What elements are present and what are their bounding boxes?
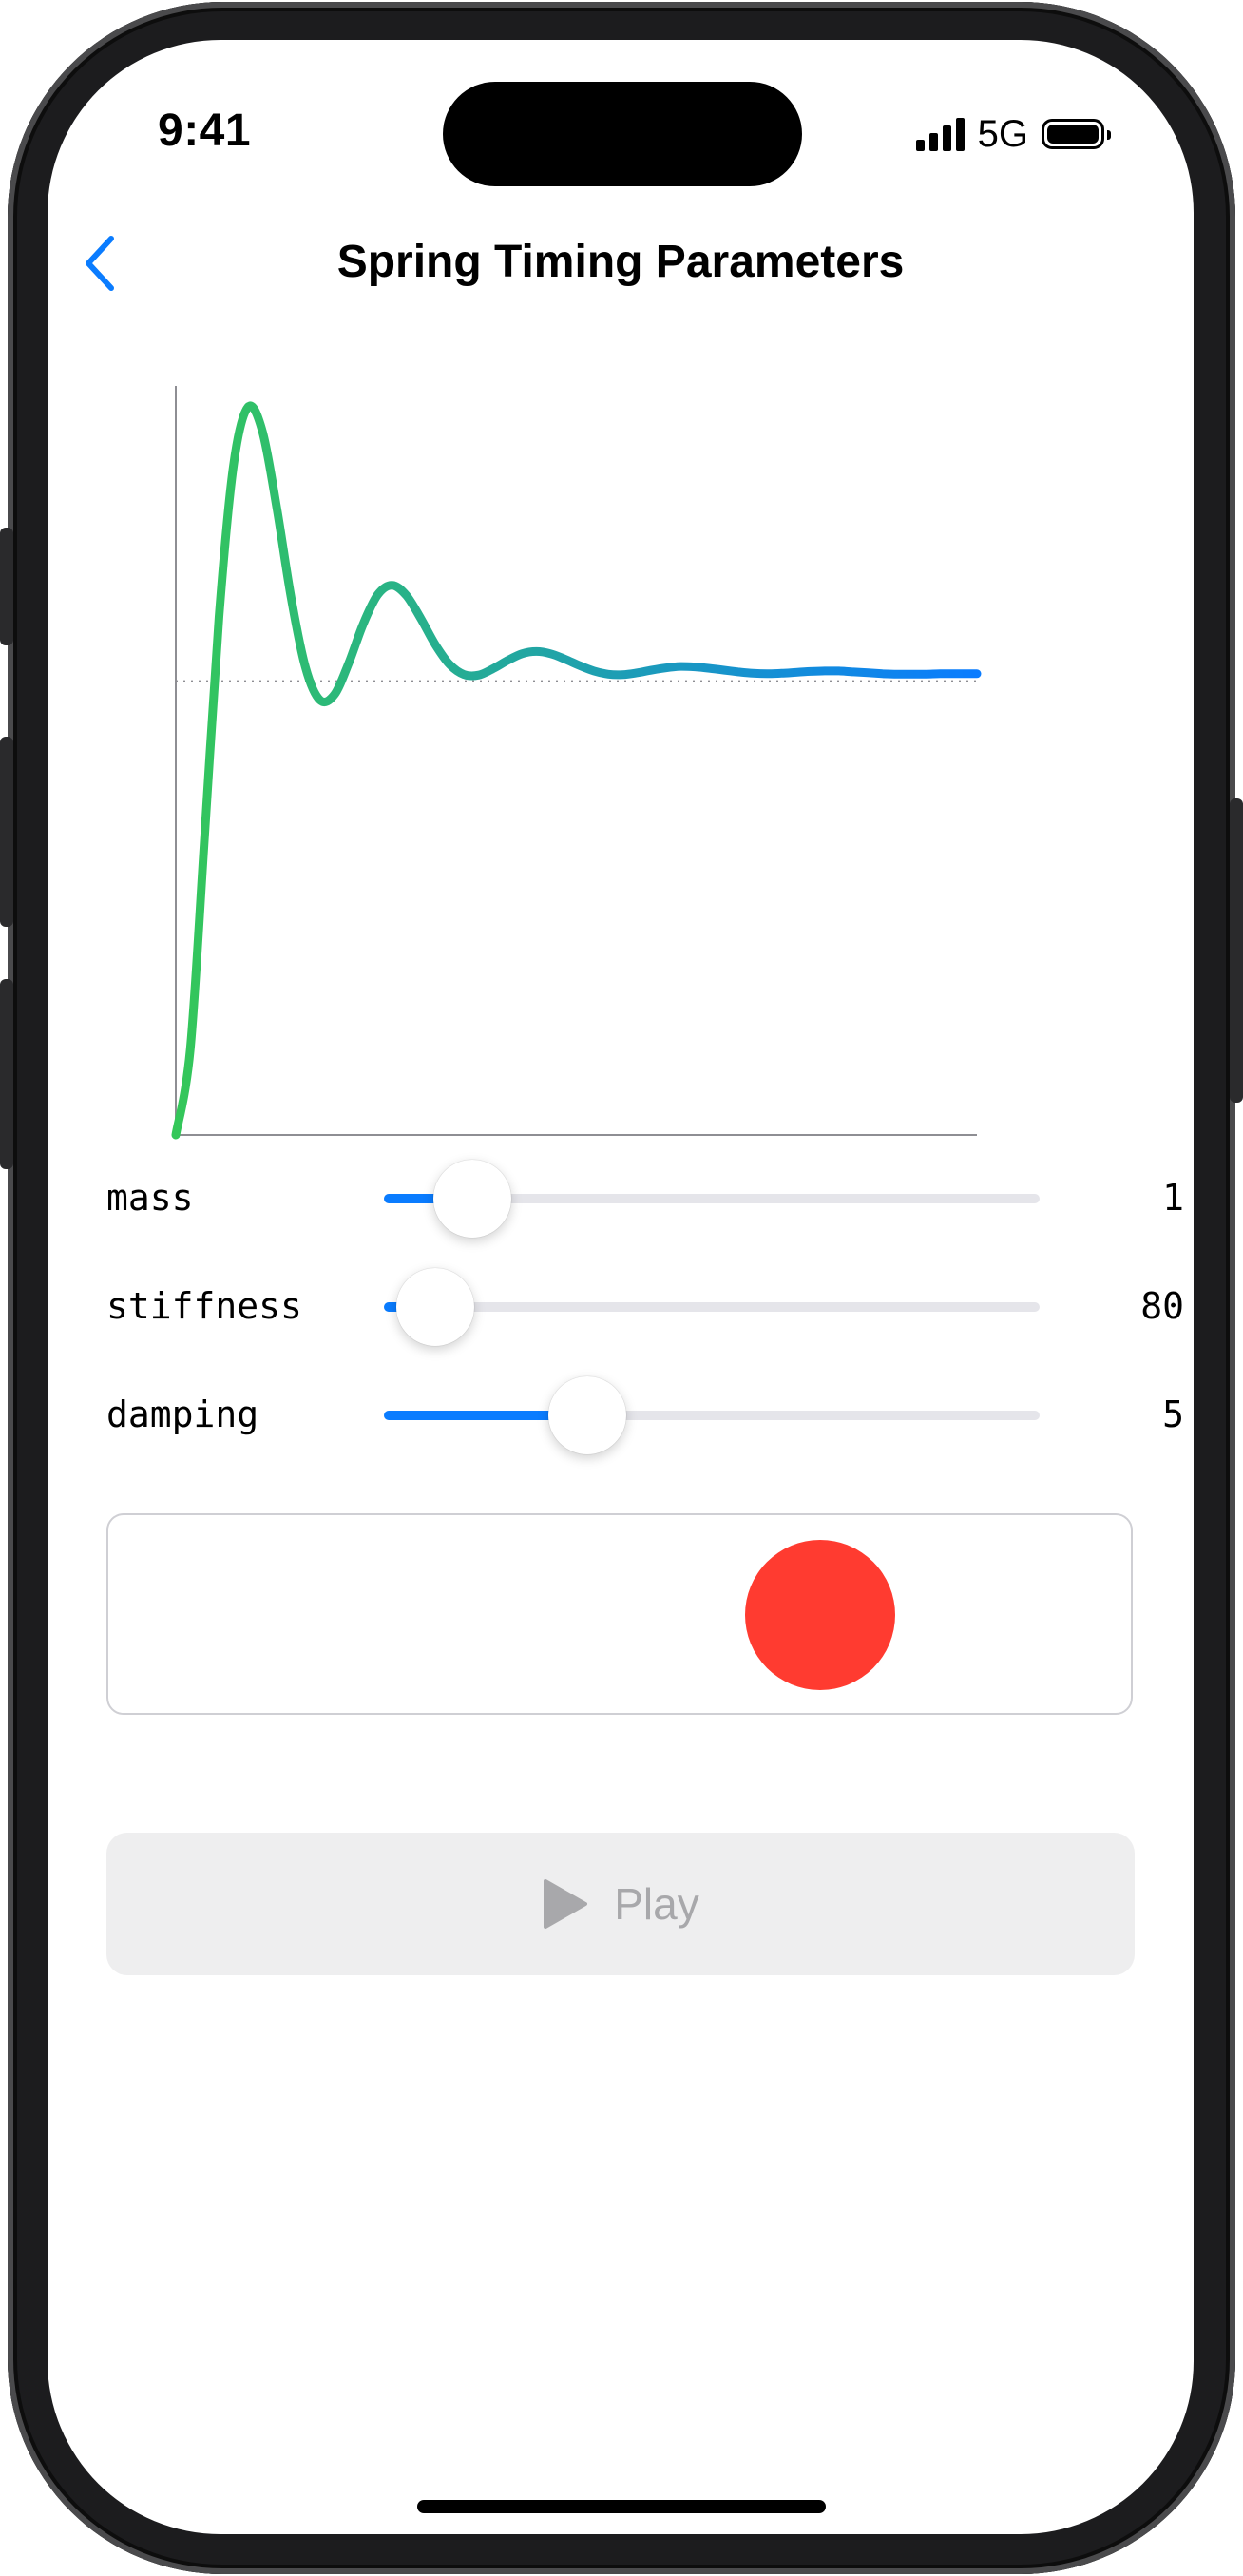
network-label: 5G: [977, 112, 1028, 155]
damping-slider[interactable]: [384, 1376, 1040, 1454]
page-title: Spring Timing Parameters: [336, 237, 905, 287]
spring-curve-line: [171, 401, 982, 1140]
stiffness-value: 80: [1140, 1285, 1184, 1327]
status-time: 9:41: [158, 106, 252, 156]
battery-icon: [1042, 119, 1111, 149]
mass-slider[interactable]: [384, 1160, 1040, 1238]
damping-value: 5: [1162, 1394, 1184, 1435]
spring-curve-chart: [171, 386, 982, 1140]
dynamic-island: [443, 82, 802, 186]
volume-down-button: [0, 979, 13, 1169]
play-button[interactable]: Play: [106, 1833, 1135, 1975]
animation-preview: [106, 1513, 1133, 1715]
play-label: Play: [614, 1879, 699, 1929]
damping-label: damping: [106, 1394, 259, 1435]
screen: 9:41 5G Spring Timing Parameters mass 1 …: [48, 40, 1194, 2534]
power-button: [1230, 798, 1243, 1103]
stiffness-label: stiffness: [106, 1285, 302, 1327]
mass-value: 1: [1162, 1177, 1184, 1219]
damping-slider-thumb[interactable]: [547, 1376, 626, 1454]
param-row-mass: mass 1: [106, 1160, 1184, 1238]
volume-up-button: [0, 737, 13, 927]
stiffness-slider[interactable]: [384, 1268, 1040, 1346]
home-indicator: [417, 2500, 826, 2513]
signal-icon: [915, 117, 965, 151]
mass-slider-thumb[interactable]: [433, 1160, 512, 1238]
status-indicators: 5G: [915, 110, 1111, 158]
action-button: [0, 528, 13, 645]
stiffness-slider-thumb[interactable]: [395, 1268, 474, 1346]
preview-ball: [745, 1540, 895, 1690]
param-row-stiffness: stiffness 80: [106, 1268, 1184, 1346]
play-icon: [544, 1879, 588, 1929]
mass-label: mass: [106, 1177, 194, 1219]
param-row-damping: damping 5: [106, 1376, 1184, 1454]
